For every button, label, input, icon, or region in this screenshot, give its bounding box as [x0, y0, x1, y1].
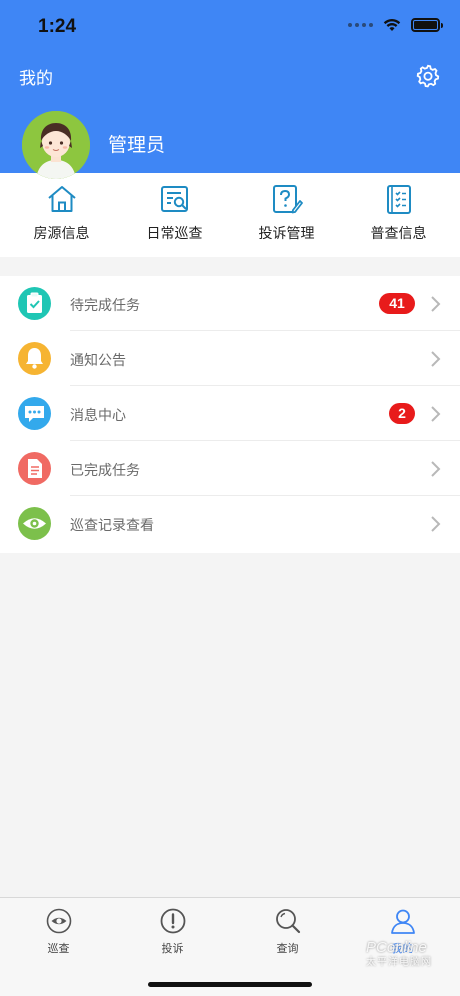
status-icons	[348, 18, 443, 32]
menu-list: 待完成任务 41 通知公告 消息中心 2 已完成任务 巡查记录查看	[0, 276, 460, 553]
census-icon	[387, 185, 411, 214]
gear-icon[interactable]	[416, 64, 440, 88]
chevron-right-icon	[431, 296, 441, 312]
tab-label: 巡查	[47, 942, 70, 955]
wifi-icon	[383, 19, 401, 31]
search-icon	[276, 909, 301, 934]
bell-icon	[18, 342, 51, 375]
inspection-icon	[161, 186, 188, 212]
status-bar: 1:24	[0, 0, 460, 52]
menu-item-announcements[interactable]: 通知公告	[0, 331, 460, 386]
home-indicator	[148, 982, 312, 987]
chat-icon	[18, 397, 51, 430]
page-title: 我的	[19, 69, 53, 89]
menu-item-label: 巡查记录查看	[70, 518, 154, 534]
menu-item-label: 待完成任务	[70, 298, 140, 314]
quick-action-complaint-management[interactable]: 投诉管理	[229, 173, 344, 257]
menu-item-label: 通知公告	[70, 353, 126, 369]
user-icon	[391, 909, 415, 934]
quick-actions: 房源信息 日常巡查 投诉管理 普查信息	[0, 173, 460, 257]
complaint-icon	[273, 185, 303, 214]
quick-action-daily-inspection[interactable]: 日常巡查	[117, 173, 232, 257]
quick-action-house-info[interactable]: 房源信息	[4, 173, 119, 257]
menu-item-inspection-records[interactable]: 巡查记录查看	[0, 496, 460, 551]
quick-action-label: 日常巡查	[146, 226, 203, 242]
house-icon	[48, 186, 76, 212]
status-time: 1:24	[38, 16, 77, 37]
menu-item-completed-tasks[interactable]: 已完成任务	[0, 441, 460, 496]
battery-icon	[411, 18, 443, 32]
watermark-logo: PConline 太平洋电脑网	[366, 939, 432, 968]
quick-action-census-info[interactable]: 普查信息	[341, 173, 456, 257]
clipboard-check-icon	[18, 287, 51, 320]
document-icon	[18, 452, 51, 485]
menu-item-pending-tasks[interactable]: 待完成任务 41	[0, 276, 460, 331]
chevron-right-icon	[431, 461, 441, 477]
chevron-right-icon	[431, 516, 441, 532]
user-name: 管理员	[108, 134, 166, 156]
menu-item-label: 消息中心	[70, 408, 126, 424]
tab-label: 投诉	[161, 942, 184, 955]
tab-label: 查询	[276, 942, 299, 955]
quick-action-label: 投诉管理	[258, 226, 315, 242]
tab-inspection[interactable]: 巡查	[1, 898, 116, 968]
pending-count-badge: 41	[379, 293, 415, 314]
tab-query[interactable]: 查询	[230, 898, 345, 968]
avatar-illustration	[22, 111, 90, 179]
tab-complaint[interactable]: 投诉	[115, 898, 230, 968]
chevron-right-icon	[431, 406, 441, 422]
chevron-right-icon	[431, 351, 441, 367]
quick-action-label: 房源信息	[33, 226, 90, 242]
eye-icon	[46, 908, 72, 934]
exclamation-icon	[160, 908, 186, 934]
message-count-badge: 2	[389, 403, 415, 424]
menu-item-message-center[interactable]: 消息中心 2	[0, 386, 460, 441]
menu-item-label: 已完成任务	[70, 463, 140, 479]
avatar[interactable]	[22, 111, 90, 179]
signal-icon	[348, 23, 373, 27]
quick-action-label: 普查信息	[370, 226, 427, 242]
eye-icon	[18, 507, 51, 540]
